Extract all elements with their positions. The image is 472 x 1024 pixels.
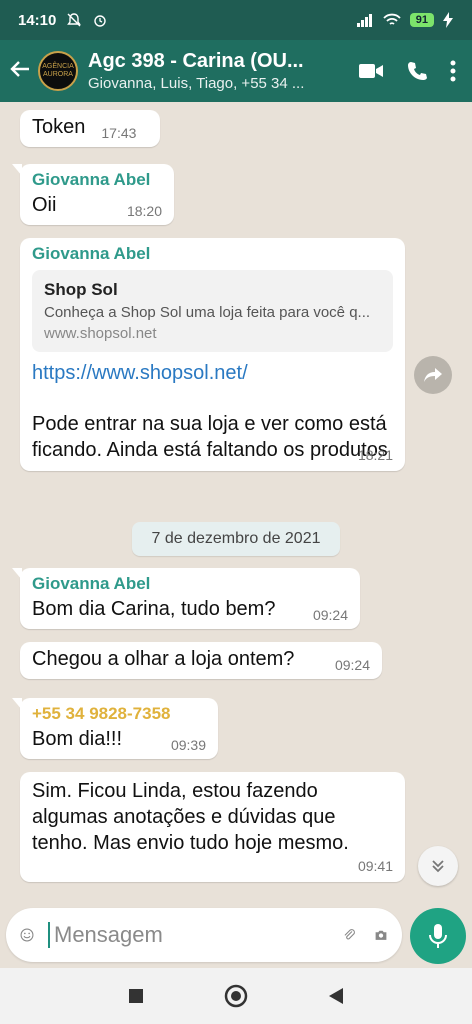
signal-icon <box>356 14 372 27</box>
message-bubble[interactable]: Token 17:43 <box>20 110 160 147</box>
wifi-icon <box>383 13 401 25</box>
more-options-icon[interactable] <box>450 60 456 82</box>
link-preview-url: www.shopsol.net <box>44 325 157 342</box>
message-text: Oii <box>32 194 57 216</box>
message-bubble[interactable]: Chegou a olhar a loja ontem? 09:24 <box>20 642 382 679</box>
home-icon[interactable] <box>224 984 248 1008</box>
emoji-icon[interactable] <box>20 922 34 948</box>
message-time: 09:41 <box>357 858 393 874</box>
message-bubble[interactable]: Giovanna Abel Bom dia Carina, tudo bem? … <box>12 568 360 629</box>
back-button[interactable] <box>2 56 38 87</box>
battery-indicator: 91 <box>409 13 434 27</box>
status-bar: 14:10 91 <box>0 0 472 40</box>
message-bubble[interactable]: +55 34 9828-7358 Bom dia!!! 09:39 <box>12 698 218 759</box>
message-text: Token <box>32 116 86 138</box>
notifications-muted-icon <box>67 13 82 27</box>
message-text: Bom dia!!! <box>32 728 123 750</box>
message-link[interactable]: https://www.shopsol.net/ <box>32 362 393 385</box>
chat-participants: Giovanna, Luis, Tiago, +55 34 ... <box>88 75 305 92</box>
recent-apps-icon[interactable] <box>128 988 144 1004</box>
scroll-to-bottom-button[interactable] <box>418 846 458 886</box>
double-chevron-down-icon <box>432 860 444 873</box>
message-text: Pode entrar na sua loja e ver como está … <box>32 413 388 461</box>
message-bubble[interactable]: Giovanna Abel Shop Sol Conheça a Shop So… <box>20 238 405 471</box>
video-call-icon[interactable] <box>358 62 384 80</box>
microphone-icon <box>429 924 447 948</box>
attachment-icon[interactable] <box>342 922 356 948</box>
message-input-box[interactable] <box>6 908 402 962</box>
message-bubble[interactable]: Giovanna Abel Oii 18:20 <box>12 164 174 225</box>
message-text: Chegou a olhar a loja ontem? <box>32 648 295 670</box>
message-sender: Giovanna Abel <box>32 244 151 263</box>
message-time: 09:24 <box>312 607 348 623</box>
chat-title: Agc 398 - Carina (OU... <box>88 50 304 72</box>
arrow-back-icon <box>10 60 29 77</box>
message-sender: Giovanna Abel <box>32 574 151 593</box>
message-bubble[interactable]: Sim. Ficou Linda, estou fazendo algumas … <box>20 772 405 882</box>
message-sender: +55 34 9828-7358 <box>32 704 171 723</box>
alarm-icon <box>94 15 107 27</box>
camera-icon[interactable] <box>374 924 388 946</box>
status-time: 14:10 <box>18 11 57 29</box>
message-time: 18:20 <box>126 203 162 219</box>
message-time: 09:24 <box>334 657 370 673</box>
message-time: 09:39 <box>170 737 206 753</box>
link-preview-title: Shop Sol <box>44 280 118 299</box>
message-text: Bom dia Carina, tudo bem? <box>32 598 276 620</box>
chat-header: AGÊNCIA AURORA Agc 398 - Carina (OU... G… <box>0 40 472 102</box>
message-sender: Giovanna Abel <box>32 170 151 189</box>
forward-button[interactable] <box>414 356 452 394</box>
message-text: Sim. Ficou Linda, estou fazendo algumas … <box>32 780 349 854</box>
group-avatar[interactable]: AGÊNCIA AURORA <box>38 51 78 91</box>
charging-icon <box>443 12 453 28</box>
voice-message-button[interactable] <box>410 908 466 964</box>
chat-info[interactable]: Agc 398 - Carina (OU... Giovanna, Luis, … <box>88 50 348 92</box>
link-preview-description: Conheça a Shop Sol uma loja feita para v… <box>44 304 371 321</box>
system-navigation-bar <box>0 968 472 1024</box>
message-list[interactable]: Token 17:43 Giovanna Abel Oii 18:20 Giov… <box>0 102 472 902</box>
forward-icon <box>424 368 442 382</box>
link-preview[interactable]: Shop Sol Conheça a Shop Sol uma loja fei… <box>32 270 393 352</box>
message-time: 17:43 <box>101 125 137 141</box>
message-input[interactable] <box>48 922 342 948</box>
date-divider: 7 de dezembro de 2021 <box>132 522 340 556</box>
back-nav-icon[interactable] <box>328 987 344 1005</box>
voice-call-icon[interactable] <box>406 60 428 82</box>
composer <box>0 902 472 968</box>
